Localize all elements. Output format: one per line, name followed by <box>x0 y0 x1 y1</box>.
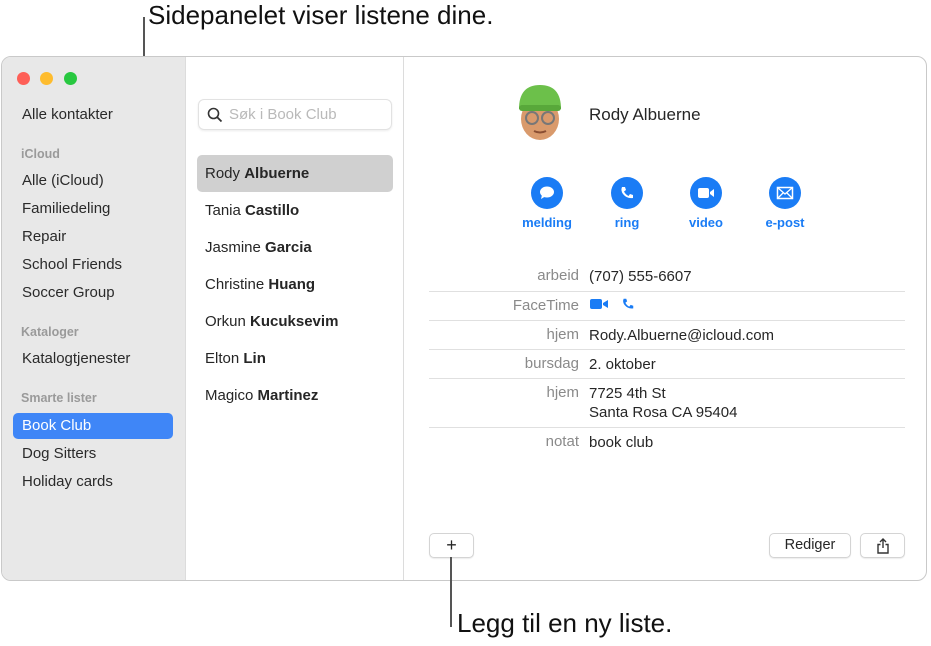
video-icon <box>698 188 714 198</box>
contacts-window: Alle kontakter iCloud Alle (iCloud) Fami… <box>1 56 927 581</box>
message-label: melding <box>522 215 572 230</box>
section-header: Kataloger <box>21 325 79 339</box>
last-name: Martinez <box>257 387 319 404</box>
section-header: iCloud <box>21 147 60 161</box>
address-line-1: 7725 4th St <box>589 385 666 402</box>
first-name: Orkun <box>205 313 246 330</box>
email-button[interactable]: e-post <box>755 177 815 230</box>
callout-line <box>450 557 452 627</box>
first-name: Tania <box>205 202 241 219</box>
field-value: (707) 555-6607 <box>589 268 692 285</box>
last-name: Garcia <box>265 239 312 256</box>
field-label: notat <box>545 433 579 450</box>
zoom-button[interactable] <box>64 72 77 85</box>
callout-add: Legg til en ny liste. <box>457 608 673 638</box>
sidebar: Alle kontakter iCloud Alle (iCloud) Fami… <box>2 57 185 580</box>
search-input[interactable]: Søk i Book Club <box>198 99 392 130</box>
field-facetime: FaceTime <box>429 292 905 321</box>
phone-icon <box>621 187 633 199</box>
edit-button[interactable]: Rediger <box>769 533 851 558</box>
call-label: ring <box>614 215 640 230</box>
field-label: hjem <box>546 384 579 401</box>
sidebar-item[interactable]: School Friends <box>13 252 173 278</box>
contact-list-item[interactable]: Orkun Kucuksevim <box>197 303 393 340</box>
share-button[interactable] <box>860 533 905 558</box>
sidebar-item[interactable]: Holiday cards <box>13 469 173 495</box>
address-line-2: Santa Rosa CA 95404 <box>589 404 738 421</box>
sidebar-item[interactable]: Soccer Group <box>13 280 173 306</box>
facetime-audio-icon[interactable] <box>621 297 635 311</box>
sidebar-item[interactable]: Alle (iCloud) <box>13 168 173 194</box>
first-name: Jasmine <box>205 239 261 256</box>
search-placeholder: Søk i Book Club <box>229 106 337 123</box>
avatar <box>519 85 561 140</box>
message-button[interactable]: melding <box>517 177 577 230</box>
share-icon <box>876 538 889 554</box>
first-name: Rody <box>205 165 241 182</box>
sidebar-item-book-club[interactable]: Book Club <box>13 413 173 439</box>
field-note[interactable]: notat book club <box>429 428 905 457</box>
video-button[interactable]: video <box>676 177 736 230</box>
callout-sidebar: Sidepanelet viser listene dine. <box>148 0 494 30</box>
last-name: Lin <box>243 350 266 367</box>
field-label: FaceTime <box>512 297 579 314</box>
field-value: 2. oktober <box>589 356 656 373</box>
contact-list-item[interactable]: Tania Castillo <box>197 192 393 229</box>
search-icon <box>207 107 223 123</box>
field-value: book club <box>589 434 654 451</box>
minimize-button[interactable] <box>40 72 53 85</box>
last-name: Kucuksevim <box>250 313 339 330</box>
message-icon <box>540 186 554 199</box>
last-name: Castillo <box>245 202 300 219</box>
contact-list-item[interactable]: Christine Huang <box>197 266 393 303</box>
field-value: Rody.Albuerne@icloud.com <box>589 327 775 344</box>
field-work-phone[interactable]: arbeid (707) 555-6607 <box>429 267 905 292</box>
first-name: Christine <box>205 276 265 293</box>
contact-list: Søk i Book Club Rody Albuerne Tania Casti… <box>185 57 404 580</box>
field-label: hjem <box>546 326 579 343</box>
video-label: video <box>689 215 723 230</box>
last-name: Huang <box>268 276 316 293</box>
contact-list-item[interactable]: Elton Lin <box>197 340 393 377</box>
sidebar-item-all-contacts[interactable]: Alle kontakter <box>13 102 173 128</box>
contact-detail: Rody Albuerne melding ring video e-post … <box>405 57 926 580</box>
sidebar-item[interactable]: Katalogtjenester <box>13 346 173 372</box>
field-address[interactable]: hjem 7725 4th St Santa Rosa CA 95404 <box>429 379 905 428</box>
close-button[interactable] <box>17 72 30 85</box>
field-label: arbeid <box>537 267 579 284</box>
sidebar-item[interactable]: Familiedeling <box>13 196 173 222</box>
contact-list-item[interactable]: Magico Martinez <box>197 377 393 414</box>
facetime-video-icon[interactable] <box>589 297 609 311</box>
last-name: Albuerne <box>244 165 310 182</box>
contact-name: Rody Albuerne <box>589 105 701 124</box>
call-button[interactable]: ring <box>597 177 657 230</box>
section-header: Smarte lister <box>21 391 97 405</box>
email-label: e-post <box>765 215 805 230</box>
add-button[interactable]: + <box>429 533 474 558</box>
sidebar-item[interactable]: Repair <box>13 224 173 250</box>
mail-icon <box>776 186 794 200</box>
field-label: bursdag <box>524 355 579 372</box>
sidebar-item[interactable]: Dog Sitters <box>13 441 173 467</box>
contact-list-item[interactable]: Jasmine Garcia <box>197 229 393 266</box>
field-birthday: bursdag 2. oktober <box>429 350 905 379</box>
first-name: Magico <box>205 387 254 404</box>
first-name: Elton <box>205 350 240 367</box>
field-email[interactable]: hjem Rody.Albuerne@icloud.com <box>429 321 905 350</box>
contact-list-item[interactable]: Rody Albuerne <box>197 155 393 192</box>
